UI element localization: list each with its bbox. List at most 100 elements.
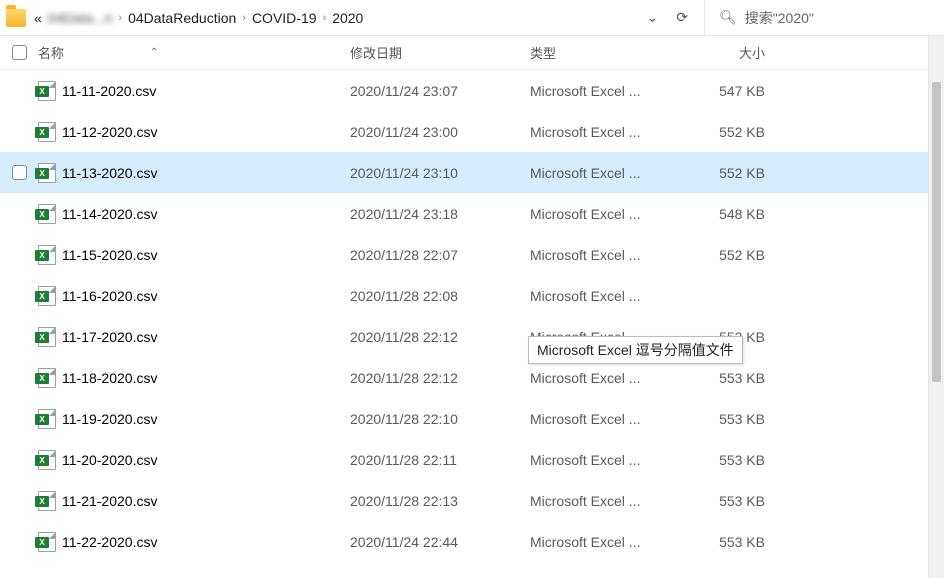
file-size: 553 KB (685, 493, 775, 509)
vertical-scrollbar[interactable] (928, 36, 944, 578)
file-name-cell[interactable]: X 11-22-2020.csv (38, 532, 350, 552)
file-name: 11-14-2020.csv (62, 206, 157, 222)
excel-csv-icon: X (38, 368, 56, 388)
file-name: 11-13-2020.csv (62, 165, 157, 181)
column-header-date[interactable]: 修改日期 (350, 43, 530, 62)
breadcrumb-item[interactable]: 2020 (332, 10, 363, 26)
file-name-cell[interactable]: X 11-18-2020.csv (38, 368, 350, 388)
breadcrumb-item[interactable]: 04DataReduction (128, 10, 236, 26)
search-box[interactable]: 🔍︎ 搜索"2020" (704, 0, 944, 35)
file-date: 2020/11/24 23:10 (350, 165, 530, 181)
file-date: 2020/11/24 23:00 (350, 124, 530, 140)
sort-indicator-icon: ⌃ (150, 47, 158, 58)
file-name-cell[interactable]: X 11-19-2020.csv (38, 409, 350, 429)
excel-csv-icon: X (38, 491, 56, 511)
file-name: 11-21-2020.csv (62, 493, 157, 509)
file-date: 2020/11/28 22:10 (350, 411, 530, 427)
file-name: 11-12-2020.csv (62, 124, 157, 140)
file-type: Microsoft Excel ... (530, 411, 685, 427)
file-list-area: 名称 ⌃ 修改日期 类型 大小 X 11-11-2020.csv 2020/11… (0, 36, 928, 578)
chevron-right-icon[interactable]: › (242, 12, 246, 24)
file-row[interactable]: X 11-21-2020.csv 2020/11/28 22:13 Micros… (0, 480, 928, 521)
select-all-checkbox[interactable] (0, 45, 38, 60)
file-size: 548 KB (685, 206, 775, 222)
file-size: 553 KB (685, 411, 775, 427)
file-row[interactable]: X 11-14-2020.csv 2020/11/24 23:18 Micros… (0, 193, 928, 234)
file-type: Microsoft Excel ... (530, 493, 685, 509)
file-name: 11-17-2020.csv (62, 329, 157, 345)
scrollbar-thumb[interactable] (932, 82, 941, 382)
file-row[interactable]: X 11-19-2020.csv 2020/11/28 22:10 Micros… (0, 398, 928, 439)
excel-csv-icon: X (38, 286, 56, 306)
chevron-right-icon[interactable]: › (118, 12, 122, 24)
file-list: X 11-11-2020.csv 2020/11/24 23:07 Micros… (0, 70, 928, 562)
breadcrumb[interactable]: « 04Data...n › 04DataReduction › COVID-1… (26, 10, 631, 26)
file-date: 2020/11/28 22:08 (350, 288, 530, 304)
excel-csv-icon: X (38, 163, 56, 183)
file-type: Microsoft Excel ... (530, 83, 685, 99)
file-name-cell[interactable]: X 11-20-2020.csv (38, 450, 350, 470)
file-row[interactable]: X 11-15-2020.csv 2020/11/28 22:07 Micros… (0, 234, 928, 275)
file-date: 2020/11/24 22:44 (350, 534, 530, 550)
file-type: Microsoft Excel ... (530, 288, 685, 304)
file-type: Microsoft Excel ... (530, 247, 685, 263)
column-headers: 名称 ⌃ 修改日期 类型 大小 (0, 36, 928, 70)
chevron-down-icon[interactable]: ⌄ (647, 9, 659, 26)
file-name-cell[interactable]: X 11-11-2020.csv (38, 81, 350, 101)
file-date: 2020/11/24 23:18 (350, 206, 530, 222)
refresh-icon[interactable]: ⟳ (676, 9, 688, 26)
file-name-cell[interactable]: X 11-16-2020.csv (38, 286, 350, 306)
file-name: 11-18-2020.csv (62, 370, 157, 386)
excel-csv-icon: X (38, 81, 56, 101)
file-size: 552 KB (685, 165, 775, 181)
search-icon: 🔍︎ (719, 9, 737, 26)
file-row[interactable]: X 11-16-2020.csv 2020/11/28 22:08 Micros… (0, 275, 928, 316)
file-name-cell[interactable]: X 11-15-2020.csv (38, 245, 350, 265)
excel-csv-icon: X (38, 532, 56, 552)
file-name-cell[interactable]: X 11-21-2020.csv (38, 491, 350, 511)
excel-csv-icon: X (38, 327, 56, 347)
file-row[interactable]: X 11-11-2020.csv 2020/11/24 23:07 Micros… (0, 70, 928, 111)
breadcrumb-item[interactable]: COVID-19 (252, 10, 317, 26)
file-size: 547 KB (685, 83, 775, 99)
folder-icon (6, 9, 26, 27)
file-date: 2020/11/24 23:07 (350, 83, 530, 99)
file-size: 553 KB (685, 452, 775, 468)
file-row[interactable]: X 11-22-2020.csv 2020/11/24 22:44 Micros… (0, 521, 928, 562)
file-name-cell[interactable]: X 11-13-2020.csv (38, 163, 350, 183)
file-row[interactable]: X 11-18-2020.csv 2020/11/28 22:12 Micros… (0, 357, 928, 398)
file-type: Microsoft Excel ... (530, 165, 685, 181)
file-row[interactable]: X 11-17-2020.csv 2020/11/28 22:12 Micros… (0, 316, 928, 357)
file-size: 553 KB (685, 370, 775, 386)
file-type: Microsoft Excel ... (530, 124, 685, 140)
breadcrumb-obscured[interactable]: 04Data...n (48, 10, 113, 26)
file-row[interactable]: X 11-20-2020.csv 2020/11/28 22:11 Micros… (0, 439, 928, 480)
breadcrumb-ellipsis[interactable]: « (34, 10, 42, 26)
file-name: 11-20-2020.csv (62, 452, 157, 468)
excel-csv-icon: X (38, 409, 56, 429)
file-size: 552 KB (685, 247, 775, 263)
row-checkbox[interactable] (0, 165, 38, 180)
file-name: 11-16-2020.csv (62, 288, 157, 304)
address-toolbar: « 04Data...n › 04DataReduction › COVID-1… (0, 0, 944, 36)
file-date: 2020/11/28 22:11 (350, 452, 530, 468)
file-name-cell[interactable]: X 11-14-2020.csv (38, 204, 350, 224)
chevron-right-icon[interactable]: › (323, 12, 327, 24)
file-date: 2020/11/28 22:12 (350, 329, 530, 345)
column-header-type[interactable]: 类型 (530, 43, 685, 62)
file-type: Microsoft Excel ... (530, 534, 685, 550)
file-type: Microsoft Excel ... (530, 206, 685, 222)
excel-csv-icon: X (38, 204, 56, 224)
file-date: 2020/11/28 22:12 (350, 370, 530, 386)
file-row[interactable]: X 11-12-2020.csv 2020/11/24 23:00 Micros… (0, 111, 928, 152)
file-name: 11-19-2020.csv (62, 411, 157, 427)
excel-csv-icon: X (38, 450, 56, 470)
file-name-cell[interactable]: X 11-12-2020.csv (38, 122, 350, 142)
column-header-name[interactable]: 名称 ⌃ (38, 43, 350, 62)
file-name-cell[interactable]: X 11-17-2020.csv (38, 327, 350, 347)
excel-csv-icon: X (38, 122, 56, 142)
file-row[interactable]: X 11-13-2020.csv 2020/11/24 23:10 Micros… (0, 152, 928, 193)
column-header-size[interactable]: 大小 (685, 43, 775, 62)
file-name: 11-22-2020.csv (62, 534, 157, 550)
file-name: 11-15-2020.csv (62, 247, 157, 263)
